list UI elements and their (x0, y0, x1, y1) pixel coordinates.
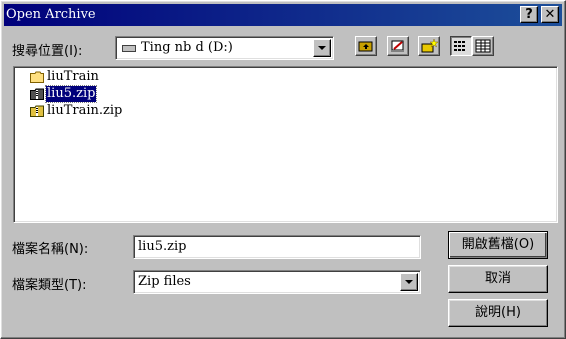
close-button[interactable]: ✕ (541, 6, 559, 23)
open-archive-dialog: Open Archive ? ✕ 搜尋位置(I): Ting nb d (D:) (0, 0, 566, 339)
desktop-button[interactable] (387, 36, 409, 56)
help-title-button[interactable]: ? (520, 6, 538, 23)
look-in-dropdown[interactable]: Ting nb d (D:) (115, 36, 334, 60)
title-bar[interactable]: Open Archive ? ✕ (4, 4, 562, 26)
filename-value: liu5.zip (138, 239, 187, 254)
filename-input[interactable]: liu5.zip (133, 235, 421, 259)
folder-icon (30, 71, 44, 83)
cancel-button[interactable]: 取消 (448, 265, 548, 293)
look-in-value: Ting nb d (D:) (141, 40, 233, 55)
filetype-label: 檔案類型(T): (12, 278, 87, 293)
details-view-button[interactable] (472, 36, 494, 56)
up-one-level-button[interactable] (355, 36, 377, 56)
file-name: liu5.zip (44, 85, 98, 103)
filetype-dropdown[interactable]: Zip files (133, 270, 421, 294)
zip-file-icon (30, 105, 44, 117)
drive-icon (122, 45, 136, 52)
filename-label: 檔案名稱(N): (12, 242, 89, 257)
look-in-label: 搜尋位置(I): (12, 44, 83, 59)
new-folder-button[interactable] (418, 36, 440, 56)
file-name: liuTrain (47, 69, 99, 84)
window-title: Open Archive (6, 7, 96, 22)
zip-file-icon (30, 88, 44, 100)
chevron-down-icon[interactable] (400, 273, 418, 291)
list-view-button[interactable] (450, 36, 472, 56)
up-folder-icon (358, 41, 373, 52)
new-folder-icon (421, 38, 438, 53)
chevron-down-icon[interactable] (313, 39, 331, 57)
details-view-icon (475, 39, 491, 53)
filetype-value: Zip files (138, 274, 191, 289)
open-button[interactable]: 開啟舊檔(O) (448, 231, 548, 259)
help-button[interactable]: 說明(H) (448, 299, 548, 327)
file-name: liuTrain.zip (47, 103, 123, 118)
desktop-icon (391, 40, 404, 52)
file-list[interactable]: liuTrain liu5.zip liuTrain.zip (13, 66, 558, 223)
list-view-icon (454, 41, 465, 51)
